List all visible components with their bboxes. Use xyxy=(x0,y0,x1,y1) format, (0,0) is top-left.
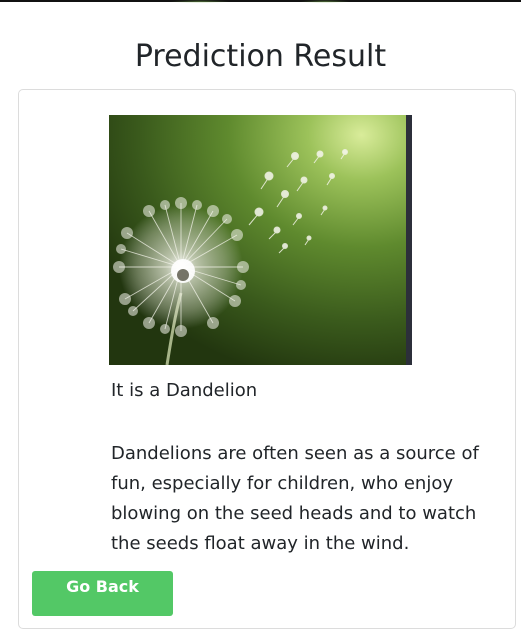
go-back-button[interactable]: Go Back xyxy=(32,571,173,616)
top-glow-decoration xyxy=(300,0,350,3)
dandelion-image xyxy=(109,115,412,365)
prediction-description: Dandelions are often seen as a source of… xyxy=(111,443,479,554)
page-title: Prediction Result xyxy=(134,39,387,74)
top-glow-decoration xyxy=(170,0,230,3)
prediction-text: It is a Dandelion xyxy=(111,380,258,401)
top-border xyxy=(0,0,521,2)
